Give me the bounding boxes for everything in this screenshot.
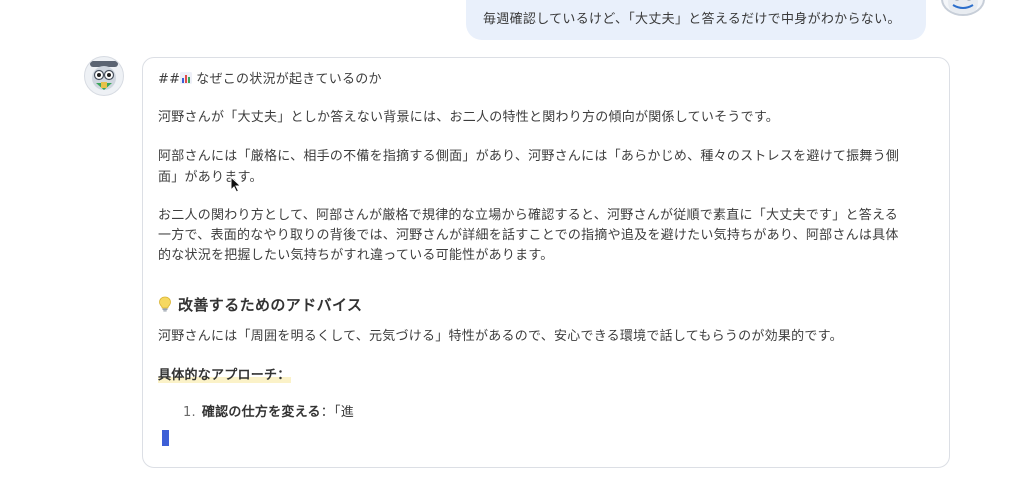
assistant-avatar <box>84 56 124 96</box>
streaming-cursor <box>162 430 169 446</box>
user-avatar <box>941 0 985 16</box>
section-title: 改善するためのアドバイス <box>178 296 363 314</box>
list-item: 1. 確認の仕方を変える：「進 <box>183 401 354 420</box>
approach-label: 具体的なアプローチ： <box>158 364 291 383</box>
paragraph-3-line-1: お二人の関わり方として、阿部さんが厳格で規律的な立場から確認すると、河野さんが従… <box>158 208 899 223</box>
heading-prefix: ## <box>158 72 181 87</box>
paragraph-4: 河野さんには「周囲を明るくして、元気づける」特性があるので、安心できる環境で話し… <box>158 329 843 344</box>
section-heading: 改善するためのアドバイス <box>158 294 362 315</box>
markdown-heading: ## なぜこの状況が起きているのか <box>158 68 382 87</box>
list-item-rest: ：「進 <box>320 405 355 420</box>
bar-chart-icon <box>180 72 193 84</box>
paragraph-2-line-1: 阿部さんには「厳格に、相手の不備を指摘する側面」があり、河野さんには「あらかじめ… <box>158 149 900 164</box>
paragraph-2-line-2: 面」があります。 <box>158 170 263 185</box>
mouse-pointer-icon <box>230 176 242 193</box>
assistant-message-card: ## なぜこの状況が起きているのか 河野さんが「大丈夫」としか答えない背景には、… <box>142 57 950 468</box>
robot-avatar-icon <box>90 61 118 90</box>
paragraph-3-line-2: 一方で、表面的なやり取りの背後では、河野さんが詳細を話すことでの指摘や追及を避け… <box>158 228 899 243</box>
list-item-bold: 確認の仕方を変える <box>201 405 321 420</box>
paragraph-1: 河野さんが「大丈夫」としか答えない背景には、お二人の特性と関わり方の傾向が関係し… <box>158 110 780 125</box>
approach-label-text: 具体的なアプローチ： <box>158 368 291 383</box>
heading-text: なぜこの状況が起きているのか <box>196 72 382 87</box>
robot-avatar-icon <box>948 0 978 14</box>
user-message-bubble: 毎週確認しているけど、「大丈夫」と答えるだけで中身がわからない。 <box>466 0 926 40</box>
user-message-text: 毎週確認しているけど、「大丈夫」と答えるだけで中身がわからない。 <box>483 12 901 27</box>
paragraph-3-line-3: 的な状況を把握したい気持ちがすれ違っている可能性があります。 <box>158 248 554 263</box>
list-item-number: 1. <box>183 405 196 420</box>
lightbulb-icon <box>159 296 171 312</box>
